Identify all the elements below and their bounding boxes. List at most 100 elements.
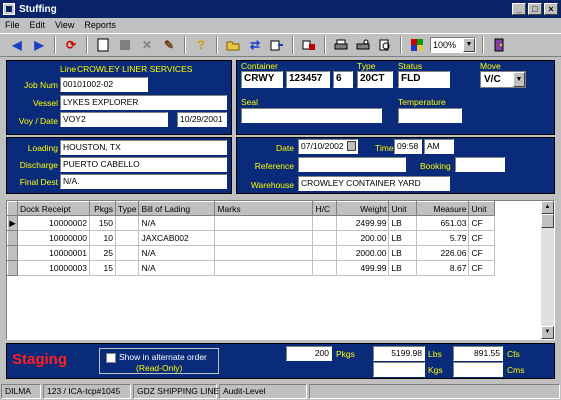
menu-view[interactable]: View (50, 20, 79, 30)
cell-measure[interactable]: 226.06 (416, 245, 470, 261)
cell-weight-unit[interactable]: LB (388, 260, 418, 276)
menu-reports[interactable]: Reports (79, 20, 121, 30)
table-row[interactable]: ▶ 10000002 150 N/A 2499.99 LB 651.03 CF (7, 215, 496, 231)
alternate-order-checkbox[interactable]: Show in alternate order (Read-Only) (99, 348, 219, 374)
vessel-field[interactable]: LYKES EXPLORER (60, 95, 227, 110)
column-bill-of-lading[interactable]: Bill of Lading (138, 201, 216, 216)
cell-weight[interactable]: 200.00 (336, 230, 390, 246)
print-preview-icon[interactable] (376, 36, 394, 54)
booking-field[interactable] (455, 157, 505, 172)
scroll-thumb[interactable] (541, 214, 554, 228)
cell-hc[interactable] (312, 260, 338, 276)
cell-weight-unit[interactable]: LB (388, 230, 418, 246)
time-field[interactable]: 09:58 (394, 139, 422, 154)
container-number-field[interactable]: 123457 (286, 71, 330, 88)
column-weight[interactable]: Weight (336, 201, 390, 216)
checkbox-box[interactable] (106, 353, 116, 363)
dock-receipt-grid[interactable]: Dock Receipt Pkgs Type Bill of Lading Ma… (6, 200, 555, 340)
open-folder-icon[interactable] (224, 36, 242, 54)
menu-file[interactable]: File (0, 20, 25, 30)
voyage-field[interactable]: VOY2 (60, 112, 168, 127)
help-icon[interactable]: ? (192, 36, 210, 54)
column-measure[interactable]: Measure (416, 201, 470, 216)
cell-pkgs[interactable]: 15 (89, 260, 116, 276)
cell-bill-of-lading[interactable]: N/A (138, 215, 216, 231)
maximize-button[interactable]: □ (528, 3, 542, 15)
cell-pkgs[interactable]: 25 (89, 245, 116, 261)
voyage-date-field[interactable]: 10/29/2001 (177, 112, 227, 127)
exit-door-icon[interactable] (490, 36, 508, 54)
cell-marks[interactable] (214, 245, 314, 261)
cell-hc[interactable] (312, 245, 338, 261)
cell-measure-unit[interactable]: CF (468, 260, 496, 276)
column-marks[interactable]: Marks (214, 201, 314, 216)
cell-weight[interactable]: 2000.00 (336, 245, 390, 261)
tools-icon[interactable]: ✎ (160, 36, 178, 54)
type-field[interactable]: 20CT (357, 71, 393, 88)
table-row[interactable]: 10000001 25 N/A 2000.00 LB 226.06 CF (7, 245, 496, 261)
container-prefix-field[interactable]: CRWY (241, 71, 283, 88)
grid-view-icon[interactable] (408, 36, 426, 54)
cell-measure-unit[interactable]: CF (468, 245, 496, 261)
cell-dock-receipt[interactable]: 10000002 (17, 215, 90, 231)
cell-hc[interactable] (312, 230, 338, 246)
temperature-field[interactable] (398, 108, 462, 123)
job-num-field[interactable]: 00101002-02 (60, 77, 148, 92)
warehouse-field[interactable]: CROWLEY CONTAINER YARD (298, 176, 450, 191)
export-icon[interactable] (268, 36, 286, 54)
cell-type[interactable] (115, 260, 140, 276)
cell-type[interactable] (115, 245, 140, 261)
cell-measure-unit[interactable]: CF (468, 230, 496, 246)
cell-marks[interactable] (214, 215, 314, 231)
column-hc[interactable]: H/C (312, 201, 338, 216)
discharge-port-field[interactable]: PUERTO CABELLO (60, 157, 227, 172)
cell-type[interactable] (115, 215, 140, 231)
cell-measure[interactable]: 8.67 (416, 260, 470, 276)
column-type[interactable]: Type (114, 201, 140, 216)
scroll-down-icon[interactable]: ▼ (541, 326, 554, 339)
status-field[interactable]: FLD (398, 71, 450, 88)
column-weight-unit[interactable]: Unit (388, 201, 418, 216)
refresh-icon[interactable]: ⟳ (62, 36, 80, 54)
forward-arrow-icon[interactable]: ▶ (30, 36, 48, 54)
cell-measure-unit[interactable]: CF (468, 215, 496, 231)
move-select[interactable]: V/C ▼ (480, 71, 526, 88)
print-setup-icon[interactable] (354, 36, 372, 54)
cell-dock-receipt[interactable]: 10000001 (17, 245, 90, 261)
cell-weight[interactable]: 499.99 (336, 260, 390, 276)
scroll-up-icon[interactable]: ▲ (541, 201, 554, 214)
cell-hc[interactable] (312, 215, 338, 231)
cell-type[interactable] (115, 230, 140, 246)
cell-pkgs[interactable]: 10 (89, 230, 116, 246)
cell-marks[interactable] (214, 260, 314, 276)
cell-measure[interactable]: 5.79 (416, 230, 470, 246)
column-measure-unit[interactable]: Unit (468, 201, 496, 216)
final-dest-field[interactable]: N/A. (60, 174, 227, 189)
cell-weight[interactable]: 2499.99 (336, 215, 390, 231)
chevron-down-icon[interactable]: ▼ (513, 72, 525, 87)
container-icon[interactable] (300, 36, 318, 54)
seal-field[interactable] (241, 108, 382, 123)
zoom-select[interactable]: 100% ▼ (430, 37, 476, 53)
reference-field[interactable] (298, 157, 406, 172)
stop-icon[interactable] (116, 36, 134, 54)
table-row[interactable]: 10000000 10 JAXCAB002 200.00 LB 5.79 CF (7, 230, 496, 246)
cell-weight-unit[interactable]: LB (388, 215, 418, 231)
cell-marks[interactable] (214, 230, 314, 246)
new-document-icon[interactable] (94, 36, 112, 54)
column-pkgs[interactable]: Pkgs (89, 201, 116, 216)
cell-bill-of-lading[interactable]: JAXCAB002 (138, 230, 216, 246)
cell-bill-of-lading[interactable]: N/A (138, 260, 216, 276)
container-check-digit-field[interactable]: 6 (333, 71, 353, 88)
transfer-icon[interactable]: ⇄ (246, 36, 264, 54)
cell-weight-unit[interactable]: LB (388, 245, 418, 261)
menu-edit[interactable]: Edit (25, 20, 51, 30)
close-button[interactable]: × (544, 3, 558, 15)
table-row[interactable]: 10000003 15 N/A 499.99 LB 8.67 CF (7, 260, 496, 276)
chevron-down-icon[interactable]: ▼ (463, 38, 475, 52)
cell-dock-receipt[interactable]: 10000003 (17, 260, 90, 276)
grid-vertical-scrollbar[interactable]: ▲ ▼ (541, 201, 554, 339)
cell-pkgs[interactable]: 150 (89, 215, 116, 231)
ampm-field[interactable]: AM (424, 139, 454, 154)
delete-icon[interactable]: ✕ (138, 36, 156, 54)
